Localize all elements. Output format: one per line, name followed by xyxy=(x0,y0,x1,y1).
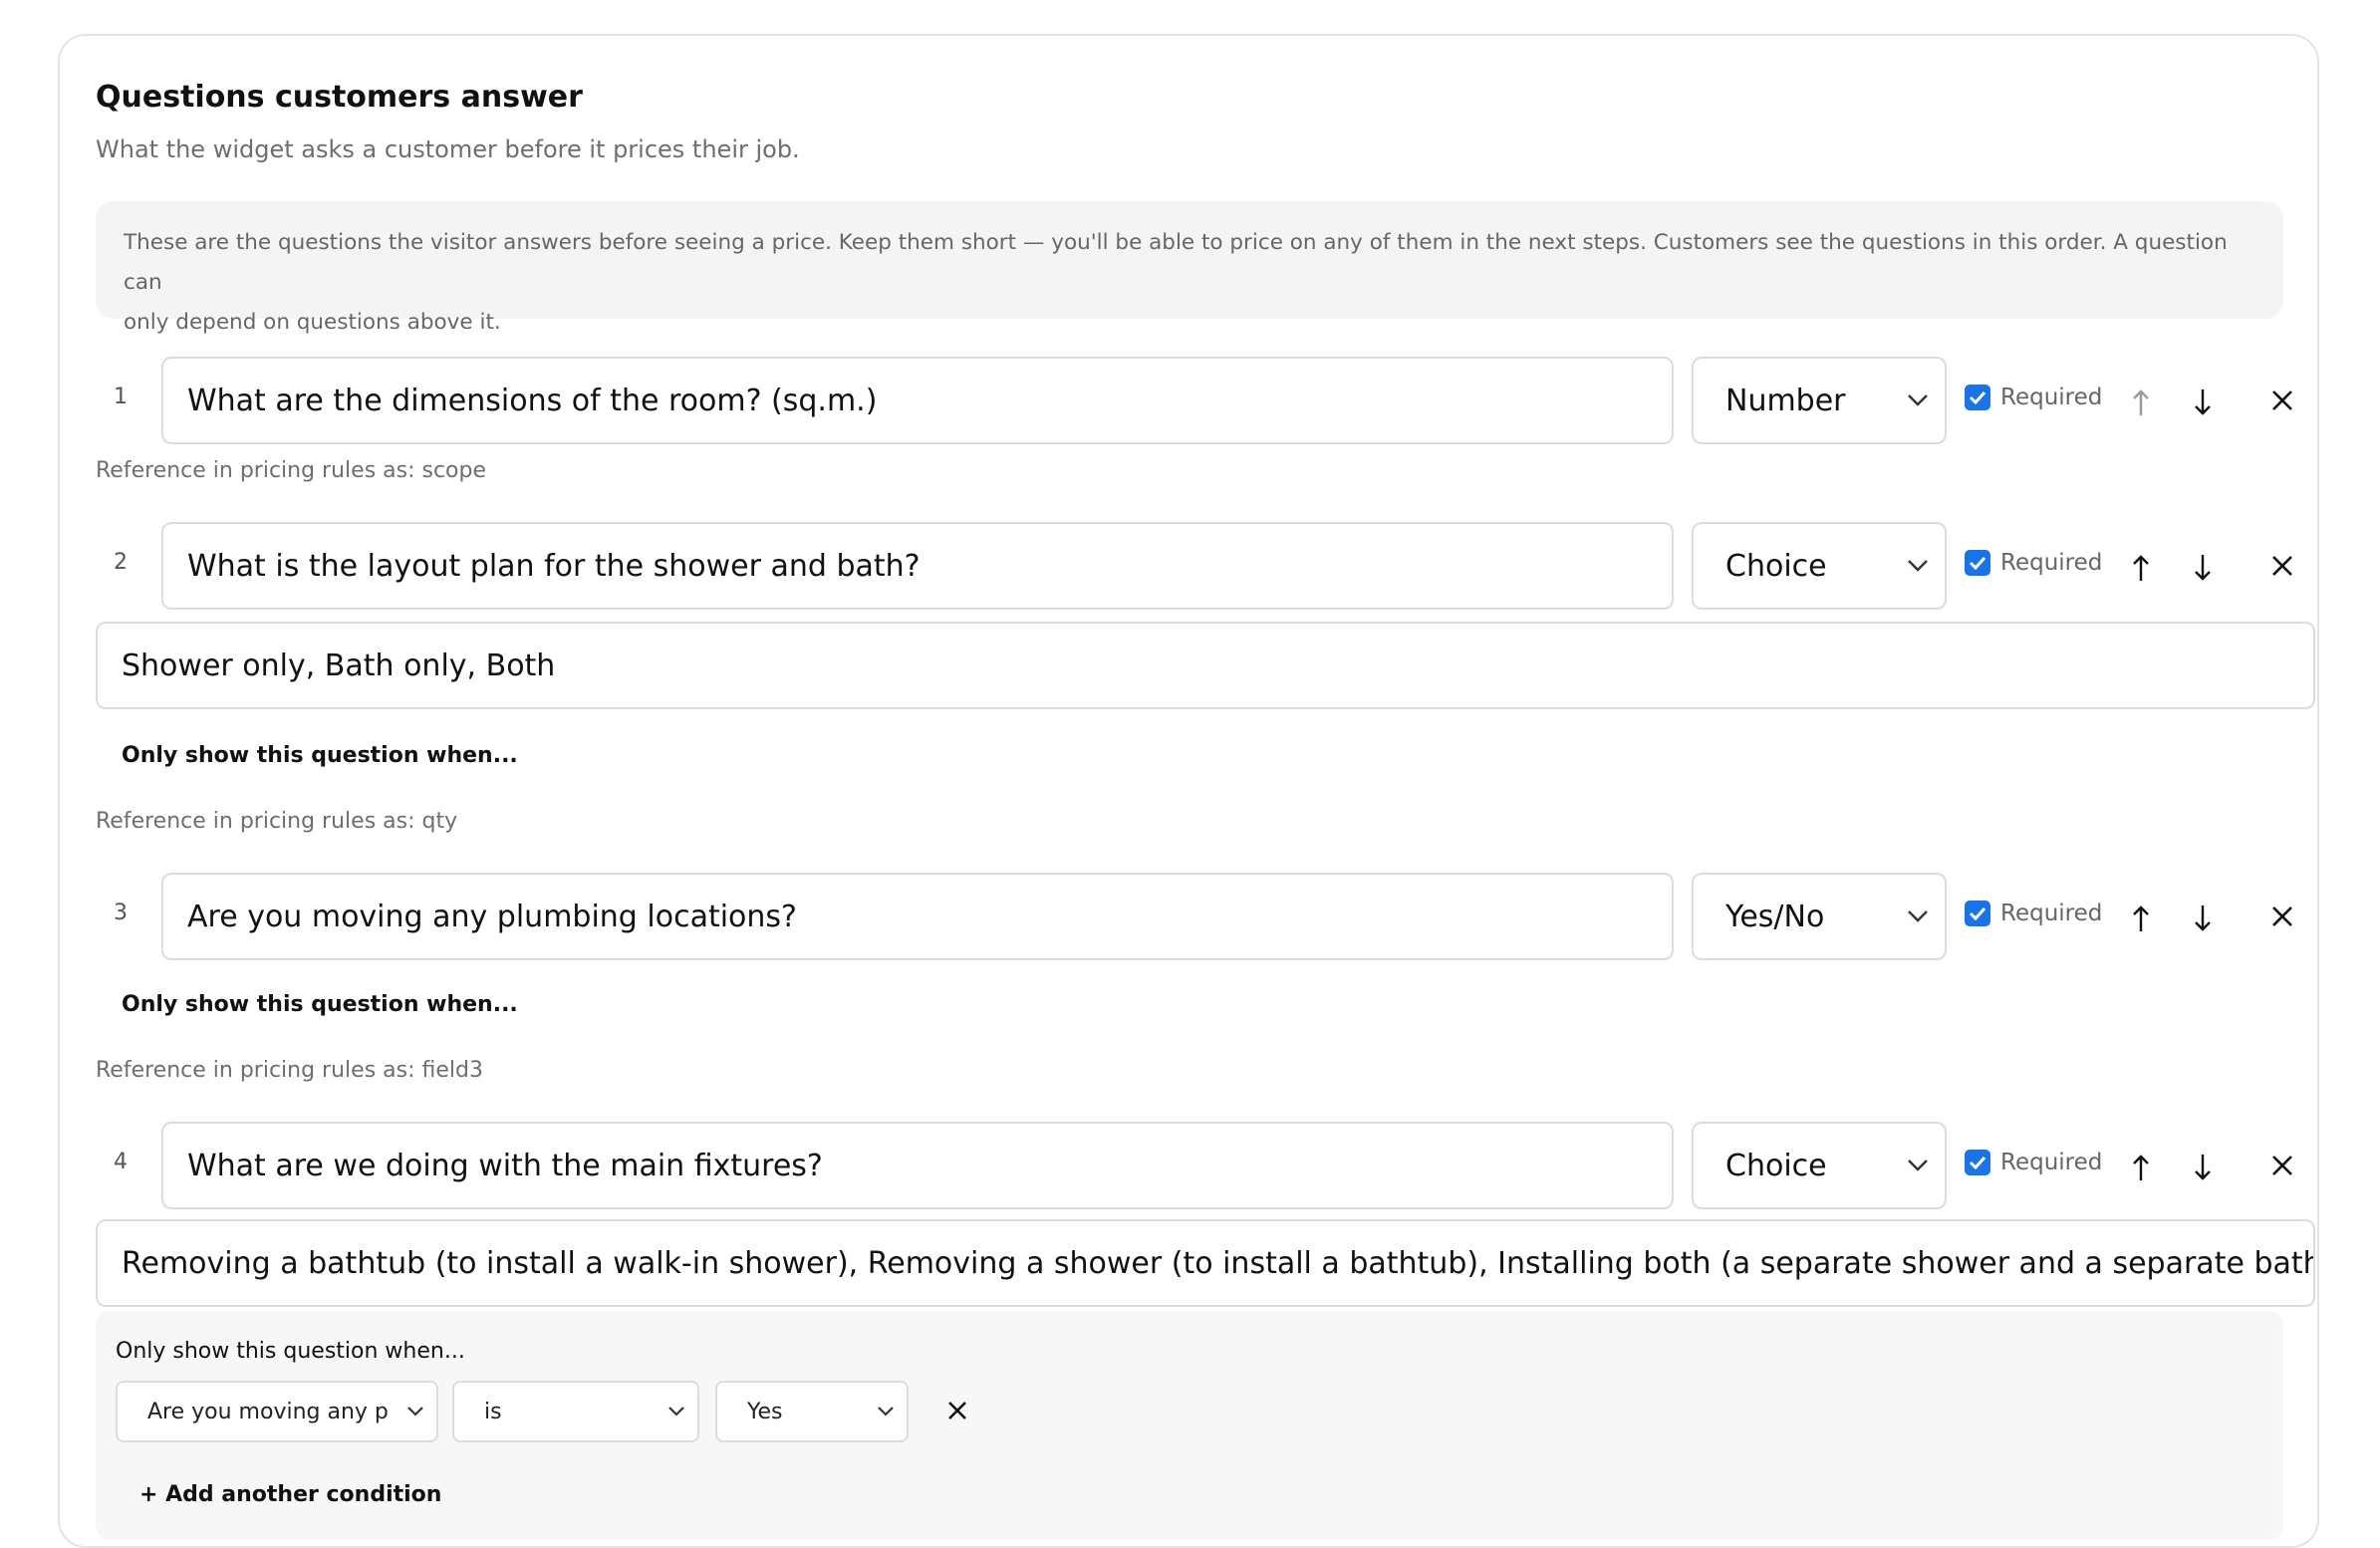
question-text-input[interactable]: What is the layout plan for the shower a… xyxy=(161,522,1674,610)
required-label: Required xyxy=(2000,901,2103,926)
condition-value-select[interactable]: Yes xyxy=(715,1381,909,1442)
close-icon[interactable] xyxy=(940,1391,974,1430)
checkmark-icon[interactable] xyxy=(1965,901,1990,926)
question-type-value: Yes/No xyxy=(1725,899,1825,934)
reference-text: Reference in pricing rules as: scope xyxy=(96,458,487,483)
chevron-down-icon xyxy=(878,1407,894,1417)
add-condition-button[interactable]: + Add another condition xyxy=(139,1482,441,1507)
info-text-line1: These are the questions the visitor answ… xyxy=(124,230,2228,295)
chevron-down-icon xyxy=(1908,910,1928,922)
arrow-up-icon[interactable] xyxy=(2124,383,2158,422)
condition-operator-select[interactable]: is xyxy=(452,1381,699,1442)
arrow-down-icon[interactable] xyxy=(2186,383,2220,422)
question-text-input[interactable]: Are you moving any plumbing locations? xyxy=(161,873,1674,960)
required-toggle[interactable]: Required xyxy=(1965,385,2102,410)
checkmark-icon[interactable] xyxy=(1965,1150,1990,1175)
chevron-down-icon xyxy=(668,1407,684,1417)
section-subtitle: What the widget asks a customer before i… xyxy=(96,135,800,163)
reference-text: Reference in pricing rules as: field3 xyxy=(96,1058,483,1083)
question-type-select[interactable]: Yes/No xyxy=(1692,873,1947,960)
arrow-down-icon[interactable] xyxy=(2186,548,2220,588)
close-icon[interactable] xyxy=(2265,897,2299,936)
checkmark-icon[interactable] xyxy=(1965,550,1990,576)
question-type-select[interactable]: Choice xyxy=(1692,522,1947,610)
question-text-input[interactable]: What are the dimensions of the room? (sq… xyxy=(161,357,1674,444)
condition-question-value: Are you moving any p xyxy=(147,1399,389,1424)
required-toggle[interactable]: Required xyxy=(1965,901,2102,926)
conditional-toggle[interactable]: Only show this question when... xyxy=(122,992,518,1017)
required-label: Required xyxy=(2000,385,2103,410)
condition-question-select[interactable]: Are you moving any p xyxy=(116,1381,438,1442)
required-toggle[interactable]: Required xyxy=(1965,1150,2102,1175)
question-text-input[interactable]: What are we doing with the main fixtures… xyxy=(161,1122,1674,1209)
options-input[interactable]: Shower only, Bath only, Both xyxy=(96,622,2315,709)
required-toggle[interactable]: Required xyxy=(1965,550,2102,576)
arrow-down-icon[interactable] xyxy=(2186,899,2220,938)
question-number: 3 xyxy=(114,901,128,925)
checkmark-icon[interactable] xyxy=(1965,385,1990,410)
close-icon[interactable] xyxy=(2265,546,2299,586)
arrow-up-icon[interactable] xyxy=(2124,1148,2158,1187)
question-type-value: Number xyxy=(1725,383,1846,418)
chevron-down-icon xyxy=(407,1407,423,1417)
info-text-line2: only depend on questions above it. xyxy=(124,310,501,335)
info-box: These are the questions the visitor answ… xyxy=(96,201,2283,335)
question-type-select[interactable]: Choice xyxy=(1692,1122,1947,1209)
chevron-down-icon xyxy=(1908,394,1928,406)
chevron-down-icon xyxy=(1908,1160,1928,1171)
options-input[interactable]: Removing a bathtub (to install a walk-in… xyxy=(96,1219,2315,1307)
condition-heading: Only show this question when... xyxy=(116,1339,465,1364)
question-number: 4 xyxy=(114,1150,128,1174)
question-type-value: Choice xyxy=(1725,548,1827,584)
close-icon[interactable] xyxy=(2265,381,2299,420)
section-title: Questions customers answer xyxy=(96,80,583,115)
question-type-value: Choice xyxy=(1725,1148,1827,1183)
condition-operator-value: is xyxy=(484,1399,502,1424)
question-number: 2 xyxy=(114,550,128,575)
conditional-toggle[interactable]: Only show this question when... xyxy=(122,743,518,768)
reference-text: Reference in pricing rules as: qty xyxy=(96,809,458,834)
chevron-down-icon xyxy=(1908,560,1928,572)
arrow-up-icon[interactable] xyxy=(2124,548,2158,588)
required-label: Required xyxy=(2000,550,2103,576)
required-label: Required xyxy=(2000,1150,2103,1175)
condition-value: Yes xyxy=(747,1399,783,1424)
arrow-up-icon[interactable] xyxy=(2124,899,2158,938)
arrow-down-icon[interactable] xyxy=(2186,1148,2220,1187)
close-icon[interactable] xyxy=(2265,1146,2299,1185)
question-type-select[interactable]: Number xyxy=(1692,357,1947,444)
question-number: 1 xyxy=(114,385,128,409)
